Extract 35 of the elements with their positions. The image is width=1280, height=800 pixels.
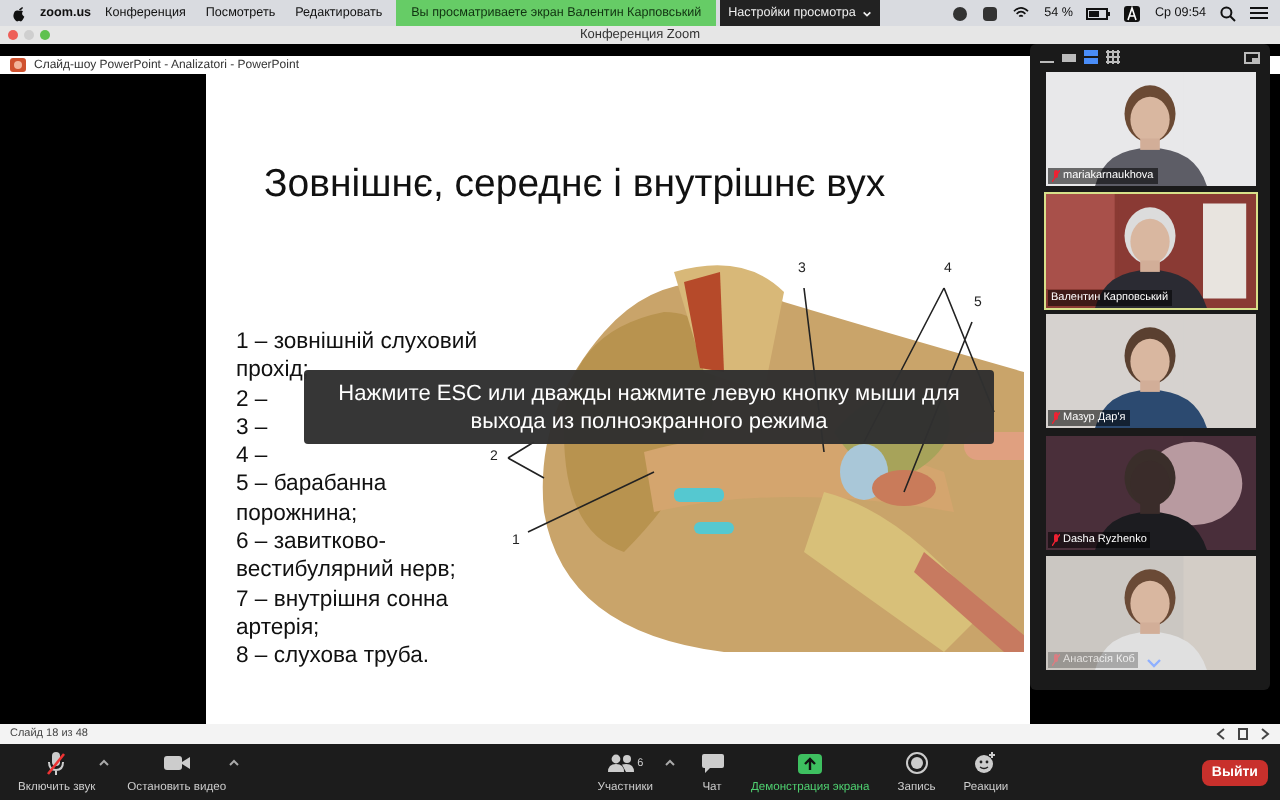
close-dot[interactable] (8, 30, 18, 40)
video-camera-icon (163, 754, 190, 772)
people-icon (607, 754, 634, 772)
battery-icon[interactable] (1086, 7, 1111, 19)
fullscreen-hint: Нажмите ESC или дважды нажмите левую кнопку мыши для выхода из полноэкранного режима (304, 370, 994, 444)
apple-icon (12, 5, 26, 21)
chat-icon (701, 753, 723, 773)
legend-item: 2 – (236, 385, 268, 414)
grid-view-icon[interactable] (1106, 50, 1120, 64)
wifi-icon[interactable] (1012, 6, 1031, 20)
caret-icon (861, 9, 872, 17)
legend-item: 4 – (236, 442, 268, 471)
share-screen-icon (798, 753, 823, 773)
emoji-icon (974, 752, 997, 774)
control-center-icon[interactable] (1250, 6, 1268, 20)
next-icon[interactable] (1260, 728, 1270, 740)
caret-icon[interactable] (97, 758, 110, 766)
layout-icon[interactable] (1244, 51, 1260, 63)
record-icon (905, 752, 928, 774)
legend-item: 5 – барабанна порожнина; (236, 470, 389, 529)
strip-view-icon[interactable] (1084, 50, 1098, 64)
powerpoint-icon (10, 58, 26, 72)
legend-item: 6 – завитково-вестибулярний нерв; (236, 528, 458, 586)
legend-item: 7 – внутрішня сонна артерія; (236, 585, 451, 643)
search-icon[interactable] (1220, 5, 1236, 21)
notes-icon[interactable] (1238, 728, 1248, 740)
zoom-dot[interactable] (40, 30, 50, 40)
caret-icon[interactable] (663, 758, 675, 766)
thumbnail-icon[interactable] (1062, 51, 1076, 63)
legend-item: 8 – слухова труба. (236, 642, 430, 672)
input-source-icon[interactable] (1124, 5, 1141, 21)
caret-icon[interactable] (228, 758, 241, 766)
previous-icon[interactable] (1216, 728, 1226, 740)
slide-title: Зовнішнє, середнє і внутрішнє вух (264, 162, 886, 208)
legend-item: 3 – (236, 413, 268, 443)
